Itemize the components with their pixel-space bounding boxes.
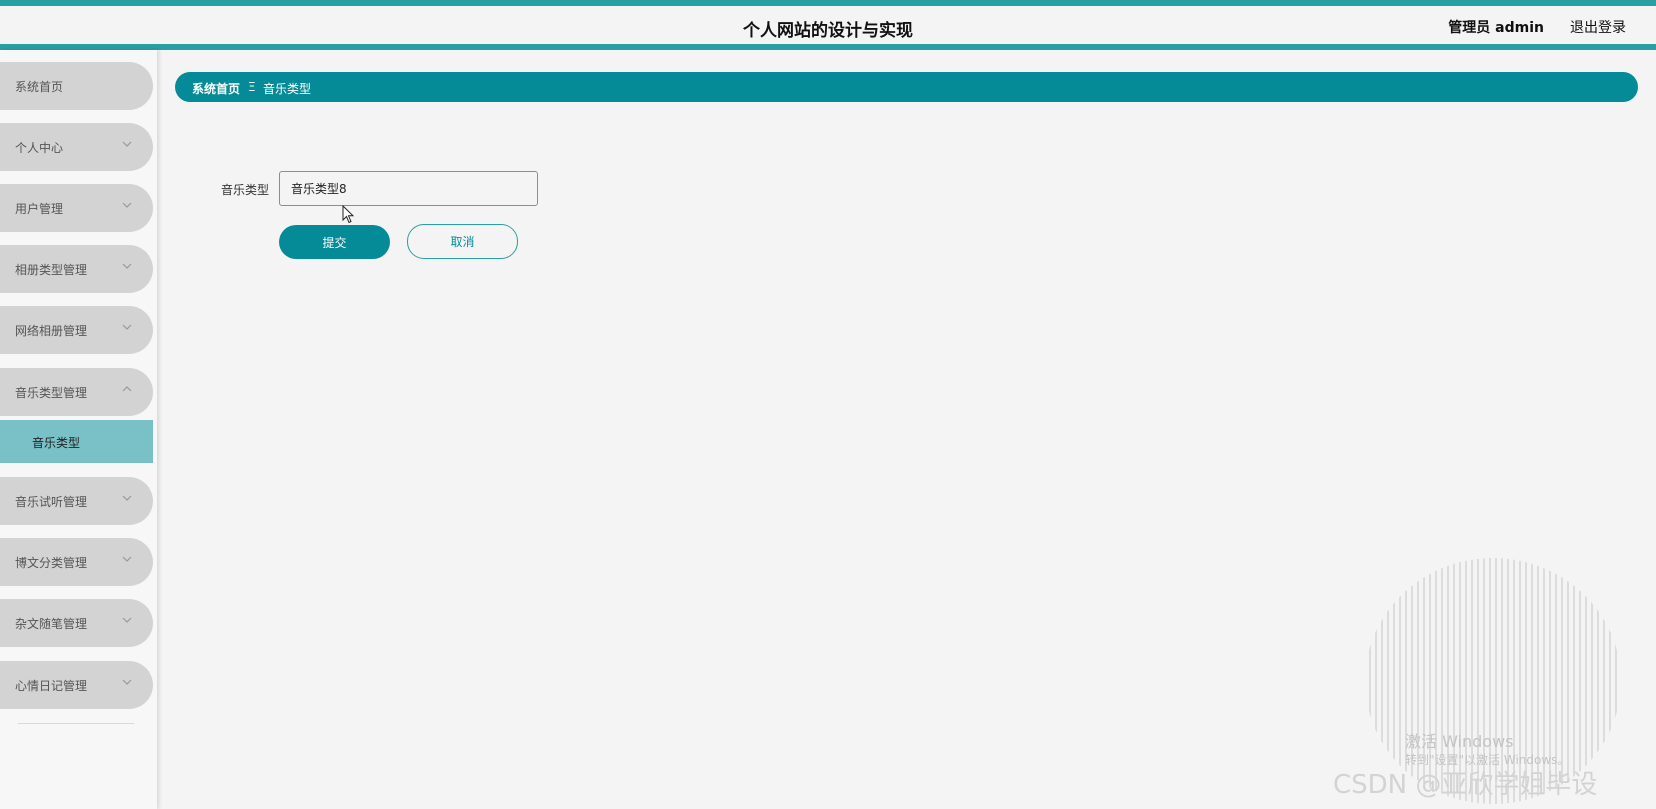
- sidebar-divider: [18, 723, 134, 724]
- sidebar-subitem-label: 音乐类型: [32, 436, 81, 450]
- chevron-down-icon: [122, 617, 132, 623]
- sidebar-item-label: 网络相册管理: [15, 324, 88, 338]
- chevron-down-icon: [122, 263, 132, 269]
- cancel-button[interactable]: 取消: [407, 224, 518, 259]
- breadcrumb-separator: Ξ: [248, 80, 256, 94]
- admin-user-label: 管理员 admin: [1448, 20, 1544, 36]
- sidebar-item-label: 杂文随笔管理: [15, 617, 88, 631]
- chevron-down-icon: [122, 324, 132, 330]
- music-type-label: 音乐类型: [221, 183, 270, 197]
- sidebar-item-mood-diary-management[interactable]: 心情日记管理: [0, 661, 153, 709]
- chevron-down-icon: [122, 141, 132, 147]
- sidebar-item-label: 博文分类管理: [15, 556, 88, 570]
- mouse-cursor-icon: [342, 205, 355, 224]
- sidebar: 系统首页 个人中心 用户管理 相册类型管理 网络相册管理 音乐类型管理 音乐类型…: [0, 50, 157, 809]
- sidebar-item-label: 用户管理: [15, 202, 64, 216]
- breadcrumb: 系统首页 Ξ 音乐类型: [175, 72, 1638, 102]
- breadcrumb-current: 音乐类型: [263, 82, 312, 96]
- sidebar-item-label: 心情日记管理: [15, 679, 88, 693]
- site-title: 个人网站的设计与实现: [743, 21, 913, 41]
- csdn-watermark: CSDN @亚欣学姐毕设: [1333, 770, 1598, 800]
- chevron-down-icon: [122, 679, 132, 685]
- sidebar-item-label: 音乐类型管理: [15, 386, 88, 400]
- sidebar-item-blog-category-management[interactable]: 博文分类管理: [0, 538, 153, 586]
- sidebar-item-label: 音乐试听管理: [15, 495, 88, 509]
- sidebar-item-label: 相册类型管理: [15, 263, 88, 277]
- sidebar-item-music-listening-management[interactable]: 音乐试听管理: [0, 477, 153, 525]
- sidebar-item-label: 个人中心: [15, 141, 64, 155]
- logout-link[interactable]: 退出登录: [1570, 17, 1626, 37]
- sidebar-item-essay-management[interactable]: 杂文随笔管理: [0, 599, 153, 647]
- windows-activation-title: 激活 Windows: [1405, 732, 1514, 751]
- music-type-input[interactable]: [279, 171, 538, 206]
- sidebar-item-home[interactable]: 系统首页: [0, 62, 153, 110]
- sidebar-item-personal-center[interactable]: 个人中心: [0, 123, 153, 171]
- sidebar-item-music-type-management[interactable]: 音乐类型管理: [0, 368, 153, 416]
- chevron-down-icon: [122, 556, 132, 562]
- sidebar-item-album-type-management[interactable]: 相册类型管理: [0, 245, 153, 293]
- top-header: 个人网站的设计与实现 管理员 admin 退出登录: [0, 0, 1656, 50]
- chevron-down-icon: [122, 495, 132, 501]
- sidebar-item-user-management[interactable]: 用户管理: [0, 184, 153, 232]
- breadcrumb-home-link[interactable]: 系统首页: [192, 80, 240, 97]
- submit-button[interactable]: 提交: [279, 225, 390, 259]
- sidebar-item-label: 系统首页: [15, 80, 64, 94]
- sidebar-subitem-music-type[interactable]: 音乐类型: [0, 420, 153, 463]
- sidebar-item-web-album-management[interactable]: 网络相册管理: [0, 306, 153, 354]
- chevron-down-icon: [122, 202, 132, 208]
- chevron-up-icon: [122, 386, 132, 392]
